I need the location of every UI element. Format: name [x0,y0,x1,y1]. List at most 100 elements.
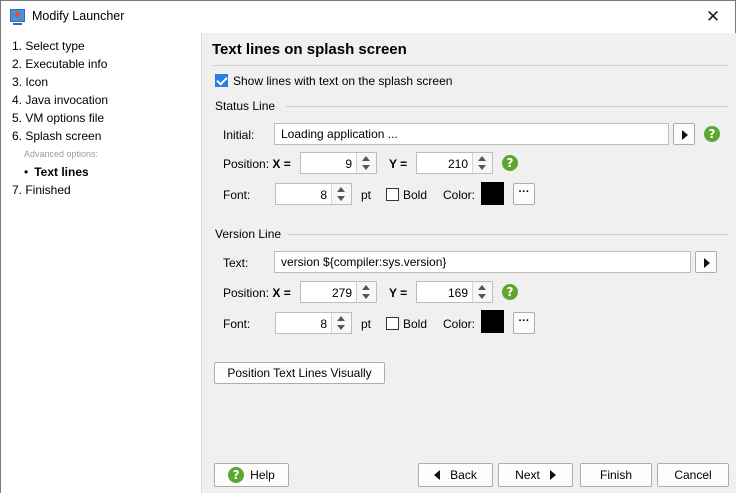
step-java-invocation[interactable]: 4. Java invocation [12,93,108,107]
status-initial-help-icon[interactable]: ? [704,126,720,142]
version-x-label: X = [272,286,291,300]
help-button[interactable]: ? Help [214,463,289,487]
status-font-spinner-arrows[interactable] [331,184,351,204]
back-button[interactable]: Back [418,463,493,487]
back-button-label: Back [450,468,477,482]
status-y-letter: Y = [389,157,408,171]
version-bold-label: Bold [403,317,428,331]
text-label: Text: [223,256,249,270]
spinner-up-icon[interactable] [362,285,370,290]
more-icon: ··· [518,315,530,327]
current-step-bullet: • [24,165,29,179]
version-x-spinner[interactable]: 279 [300,281,377,303]
spinner-down-icon[interactable] [478,165,486,170]
modify-launcher-window: Modify Launcher ✕ 1. Select type 2. Exec… [0,0,736,493]
next-arrow-icon [549,470,556,480]
version-line-divider [288,234,728,235]
version-position-label: Position: X = [223,286,291,300]
version-font-size-value: 8 [320,317,327,331]
version-insert-variable-button[interactable] [695,251,717,273]
step-vm-options-file[interactable]: 5. VM options file [12,111,104,125]
status-y-value: 210 [447,157,468,171]
status-position-word: Position: [223,157,270,171]
step-splash-screen[interactable]: 6. Splash screen [12,129,101,143]
status-line-group-label: Status Line [215,99,276,113]
status-font-size-value: 8 [320,188,327,202]
spinner-up-icon[interactable] [337,187,345,192]
window-title: Modify Launcher [32,9,125,23]
status-y-spinner-arrows[interactable] [472,153,492,173]
version-bold-checkbox[interactable] [386,317,399,330]
version-color-swatch[interactable] [481,310,504,333]
status-font-label: Font: [223,188,251,202]
status-font-size-spinner[interactable]: 8 [275,183,352,205]
step-icon[interactable]: 3. Icon [12,75,48,89]
step-text-lines[interactable]: • Text lines [24,165,89,179]
status-pt-label: pt [361,188,372,202]
advanced-options-caption: Advanced options: [24,149,99,159]
next-button-label: Next [515,468,540,482]
next-button[interactable]: Next [498,463,573,487]
close-icon[interactable]: ✕ [691,1,735,32]
initial-label: Initial: [223,128,255,142]
position-text-lines-visually-button[interactable]: Position Text Lines Visually [214,362,385,384]
wizard-steps-sidebar: 1. Select type 2. Executable info 3. Ico… [1,33,202,493]
version-position-help-icon[interactable]: ? [502,284,518,300]
status-color-swatch[interactable] [481,182,504,205]
page-title: Text lines on splash screen [212,41,407,58]
status-x-value: 9 [345,157,352,171]
spinner-down-icon[interactable] [478,294,486,299]
version-y-value: 169 [447,286,468,300]
version-x-value: 279 [331,286,352,300]
status-initial-text-field[interactable]: Loading application ... [274,123,669,145]
spinner-down-icon[interactable] [362,294,370,299]
version-pt-label: pt [361,317,372,331]
status-x-label: X = [272,157,291,171]
version-y-spinner[interactable]: 169 [416,281,493,303]
cancel-button[interactable]: Cancel [657,463,729,487]
finish-button[interactable]: Finish [580,463,652,487]
status-initial-insert-variable-button[interactable] [673,123,695,145]
version-color-chooser-button[interactable]: ··· [513,312,535,334]
help-icon: ? [228,467,245,483]
status-x-spinner-arrows[interactable] [356,153,376,173]
status-bold-label: Bold [403,188,428,202]
spinner-up-icon[interactable] [337,316,345,321]
title-bar: Modify Launcher ✕ [1,1,735,32]
step-text-lines-label: Text lines [34,165,89,179]
show-lines-checkbox[interactable] [215,74,228,87]
status-x-spinner[interactable]: 9 [300,152,377,174]
step-finished[interactable]: 7. Finished [12,183,71,197]
version-y-label: Y = [389,286,407,300]
version-position-word: Position: [223,286,270,300]
status-position-label: Position: X = [223,157,291,171]
header-divider [212,65,728,66]
version-line-group-label: Version Line [215,227,282,241]
version-font-size-spinner[interactable]: 8 [275,312,352,334]
spinner-up-icon[interactable] [478,156,486,161]
spinner-up-icon[interactable] [362,156,370,161]
status-position-help-icon[interactable]: ? [502,155,518,171]
play-arrow-icon [682,130,688,140]
version-y-spinner-arrows[interactable] [472,282,492,302]
status-bold-checkbox[interactable] [386,188,399,201]
step-select-type[interactable]: 1. Select type [12,39,85,53]
spinner-down-icon[interactable] [337,325,345,330]
version-font-spinner-arrows[interactable] [331,313,351,333]
play-arrow-icon [704,258,710,268]
spinner-down-icon[interactable] [362,165,370,170]
version-font-label: Font: [223,317,251,331]
status-y-spinner[interactable]: 210 [416,152,493,174]
spinner-down-icon[interactable] [337,196,345,201]
version-text-field[interactable]: version ${compiler:sys.version} [274,251,691,273]
help-button-label: Help [250,468,275,482]
launcher-app-icon [10,9,25,25]
status-color-chooser-button[interactable]: ··· [513,183,535,205]
version-x-spinner-arrows[interactable] [356,282,376,302]
status-line-divider [286,106,728,107]
more-icon: ··· [518,186,530,198]
show-lines-label: Show lines with text on the splash scree… [233,74,453,88]
status-color-label: Color: [443,188,476,202]
spinner-up-icon[interactable] [478,285,486,290]
step-executable-info[interactable]: 2. Executable info [12,57,107,71]
